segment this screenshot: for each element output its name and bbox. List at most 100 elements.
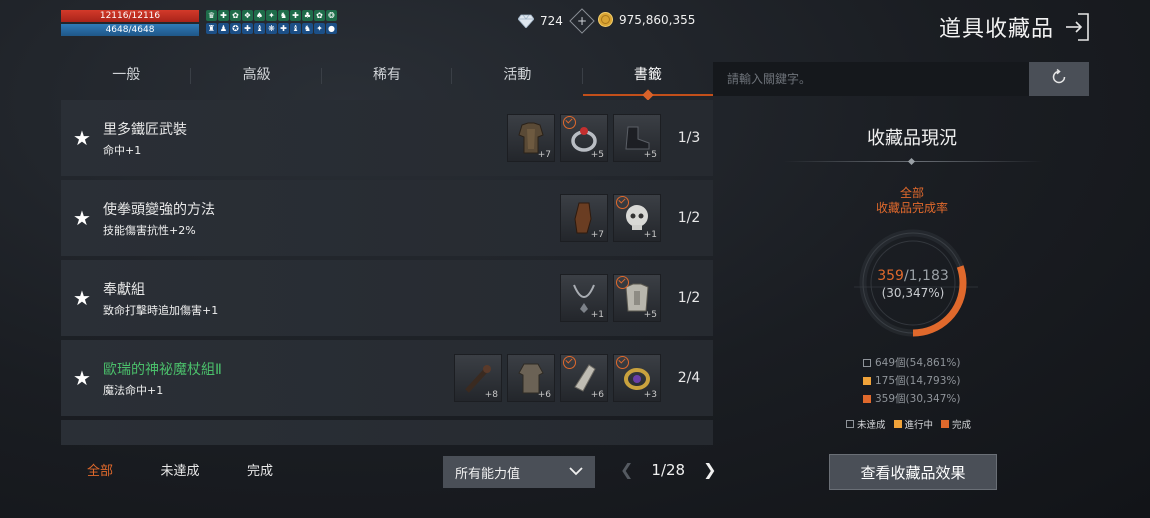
item-slot[interactable]: +7 — [560, 194, 608, 242]
tab-event[interactable]: 活動 — [452, 60, 584, 96]
enhance-level: +5 — [590, 150, 604, 160]
item-slot[interactable]: +6 — [560, 354, 608, 402]
done-count: 359 — [877, 268, 904, 284]
stat-in-progress: 175個(14,793%) — [863, 372, 960, 390]
buff-icon: ♝ — [254, 23, 265, 34]
view-collection-effects-button[interactable]: 查看收藏品效果 — [829, 454, 997, 490]
registered-check-icon — [616, 356, 629, 369]
item-slot[interactable]: +3 — [613, 354, 661, 402]
plus-icon: + — [576, 14, 587, 28]
filter-all[interactable]: 全部 — [60, 460, 140, 484]
buff-icon: ✦ — [314, 23, 325, 34]
item-slot[interactable]: +8 — [454, 354, 502, 402]
panel-title: 收藏品現況 — [867, 128, 957, 149]
in-progress-swatch — [863, 377, 871, 385]
item-slot[interactable]: +5 — [613, 274, 661, 322]
buff-icon: ● — [326, 23, 337, 34]
registered-check-icon — [563, 116, 576, 129]
buff-icon: ✚ — [218, 10, 229, 21]
buff-icons: ♛ ✚ ✿ ❖ ♠ ✦ ♞ ✚ ♣ ✿ ❂ ♜ ♟ ✪ ✚ ♝ ❋ ✚ ♝ ♞ ✦ ● — [206, 10, 338, 35]
search-input[interactable] — [713, 62, 1029, 96]
collection-effect: 致命打擊時追加傷害+1 — [103, 303, 219, 317]
collection-row[interactable]: ★ 使拳頭變強的方法 技能傷害抗性+2% +7 +1 1/2 — [61, 180, 713, 256]
collection-row[interactable]: ★ 奉獻組致命打擊時追加傷害+1 +1 +5 1/2 — [61, 260, 713, 336]
item-slot[interactable]: +6 — [507, 354, 555, 402]
collection-title: 奉獻組 — [103, 281, 145, 298]
bookmark-star-icon[interactable]: ★ — [63, 286, 101, 310]
stats-list: 649個(54,861%) 175個(14,793%) 359個(30,347%… — [863, 354, 960, 408]
collection-text: 使拳頭變強的方法 技能傷害抗性+2% — [101, 199, 560, 238]
collection-effect: 命中+1 — [103, 143, 142, 157]
chevron-down-icon — [569, 465, 583, 480]
donut-text: 359/1,183 (30,347%) — [846, 268, 980, 300]
prev-page-icon[interactable]: ❮ — [620, 460, 633, 479]
buff-icon: ♠ — [254, 10, 265, 21]
mp-bar: 4648/4648 — [61, 24, 199, 36]
filter-complete[interactable]: 完成 — [220, 460, 300, 484]
filter-incomplete[interactable]: 未達成 — [140, 460, 220, 484]
enhance-level: +6 — [590, 390, 604, 400]
gold-currency: 975,860,355 — [598, 12, 695, 27]
collection-text: 歐瑞的神祕魔杖組Ⅱ 魔法命中+1 — [101, 359, 454, 398]
status-filters: 全部 未達成 完成 — [60, 460, 300, 484]
buff-icon: ❋ — [266, 23, 277, 34]
collection-title: 使拳頭變強的方法 — [103, 201, 215, 218]
category-tabs: 一般 高級 稀有 活動 書籤 — [61, 60, 714, 101]
legend-complete: 完成 — [941, 417, 971, 431]
collection-items: +1 +5 — [560, 274, 661, 322]
legend-incomplete: 未達成 — [846, 417, 886, 431]
active-tab-marker — [642, 89, 654, 101]
donut-percent: (30,347%) — [881, 286, 945, 300]
enhance-level: +8 — [484, 390, 498, 400]
completion-rate-label: 全部 收藏品完成率 — [713, 186, 1111, 216]
page-title-text: 道具收藏品 — [938, 17, 1054, 42]
add-gems-button[interactable]: + — [569, 8, 595, 34]
tab-normal[interactable]: 一般 — [61, 60, 192, 96]
collection-items: +7 +1 — [560, 194, 661, 242]
pager: ❮ 1/28 ❯ — [620, 460, 717, 479]
item-slot[interactable]: +7 — [507, 114, 555, 162]
ability-select[interactable]: 所有能力值 — [443, 456, 595, 488]
enhance-level: +3 — [643, 390, 657, 400]
divider-diamond-icon — [907, 157, 916, 166]
tab-rare[interactable]: 稀有 — [322, 60, 453, 96]
buff-icon: ♛ — [206, 10, 217, 21]
tab-advanced[interactable]: 高級 — [191, 60, 323, 96]
enhance-level: +7 — [590, 230, 604, 240]
item-slot[interactable]: +1 — [560, 274, 608, 322]
buff-icon: ♝ — [290, 23, 301, 34]
bookmark-star-icon[interactable]: ★ — [63, 126, 101, 150]
bookmark-star-icon[interactable]: ★ — [63, 366, 101, 390]
collection-progress-count: 1/2 — [677, 290, 701, 306]
collection-text: 里多鐵匠武裝 命中+1 — [101, 119, 507, 158]
collection-row-partial[interactable] — [61, 420, 713, 445]
next-page-icon[interactable]: ❯ — [703, 460, 716, 479]
refresh-button[interactable] — [1029, 62, 1089, 96]
legend-in-progress: 進行中 — [893, 417, 933, 431]
item-slot[interactable]: +1 — [613, 194, 661, 242]
page-indicator: 1/28 — [651, 460, 686, 479]
item-slot[interactable]: +5 — [613, 114, 661, 162]
collection-effect: 技能傷害抗性+2% — [103, 223, 196, 237]
buff-icon: ♜ — [206, 23, 217, 34]
buff-icon: ✿ — [314, 10, 325, 21]
refresh-icon — [1050, 68, 1068, 90]
enhance-level: +7 — [537, 150, 551, 160]
enhance-level: +1 — [643, 230, 657, 240]
buff-icon: ♞ — [302, 23, 313, 34]
rate-label-line2: 收藏品完成率 — [875, 201, 948, 215]
collection-row[interactable]: ★ 歐瑞的神祕魔杖組Ⅱ 魔法命中+1 +8 +6 +6 +3 2/4 — [61, 340, 713, 416]
tab-bookmark[interactable]: 書籤 — [582, 60, 714, 101]
stat-incomplete: 649個(54,861%) — [863, 354, 960, 372]
collection-list: ★ 里多鐵匠武裝 命中+1 +7 +5 +5 1/3 ★ 使拳頭變強的方法 技能傷害抗性+2% +7… — [61, 100, 713, 445]
buff-icon: ❂ — [326, 10, 337, 21]
enhance-level: +1 — [590, 310, 604, 320]
bookmark-star-icon[interactable]: ★ — [63, 206, 101, 230]
collection-row[interactable]: ★ 里多鐵匠武裝 命中+1 +7 +5 +5 1/3 — [61, 100, 713, 176]
complete-swatch — [863, 395, 871, 403]
item-slot[interactable]: +5 — [560, 114, 608, 162]
buff-icon: ❖ — [242, 10, 253, 21]
gem-count: 724 — [540, 14, 563, 28]
collection-progress-count: 1/3 — [677, 130, 701, 146]
exit-icon[interactable] — [1064, 12, 1090, 42]
